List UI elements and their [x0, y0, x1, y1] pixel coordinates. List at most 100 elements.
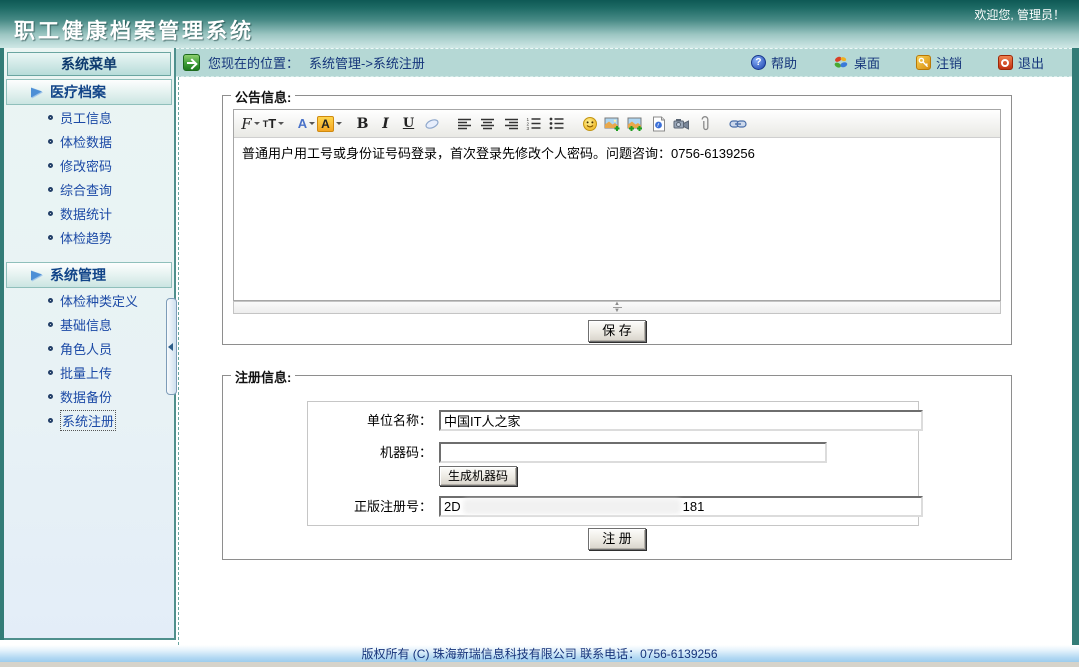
sidebar-item-label: 员工信息: [60, 110, 113, 126]
sidebar-item-checkup-type-definition[interactable]: 体检种类定义: [4, 288, 174, 312]
eraser-button[interactable]: [421, 113, 442, 134]
desktop-icon: [834, 56, 848, 68]
insert-image-button[interactable]: [602, 113, 623, 134]
sidebar-item-checkup-trend[interactable]: 体检趋势: [4, 225, 174, 249]
sidebar-item-basic-info[interactable]: 基础信息: [4, 312, 174, 336]
sidebar-group-medical-records[interactable]: 医疗档案: [6, 79, 172, 105]
hyperlink-icon: [728, 119, 747, 128]
align-left-icon: [457, 118, 471, 129]
register-button[interactable]: 注 册: [588, 528, 646, 550]
emoticon-icon: [582, 116, 597, 131]
key-icon: [915, 55, 931, 70]
unit-name-input[interactable]: [439, 410, 923, 431]
eraser-icon: [424, 118, 439, 129]
bullet-icon: [48, 162, 53, 168]
sidebar-item-label: 体检趋势: [60, 230, 113, 246]
top-nav: 帮助 桌面 注销 退出: [750, 53, 1072, 72]
ordered-list-icon: 1 2 3: [527, 117, 541, 130]
font-size-button[interactable]: TT: [263, 113, 285, 134]
location-arrow-icon: [183, 54, 200, 71]
sidebar-group-label: 系统管理: [50, 267, 106, 283]
sidebar-item-label: 数据备份: [60, 389, 113, 405]
editor-toolbar: F TT A A B I U 1 2 3 f: [234, 110, 1000, 138]
serial-number-label: 正版注册号：: [353, 499, 432, 514]
emoticon-button[interactable]: [579, 113, 600, 134]
rich-text-editor: F TT A A B I U 1 2 3 f 普通用户用工号或身份证号码登录，首…: [233, 109, 1001, 301]
logout-label: 注销: [935, 56, 962, 71]
sidebar-group-label: 医疗档案: [50, 84, 106, 100]
sidebar-divider: [178, 77, 179, 645]
align-right-icon: [504, 118, 518, 129]
underline-button[interactable]: U: [398, 113, 419, 134]
ordered-list-button[interactable]: 1 2 3: [523, 113, 544, 134]
attachment-icon: [701, 115, 708, 130]
sidebar-collapse-handle[interactable]: [166, 298, 177, 395]
sidebar-item-change-password[interactable]: 修改密码: [4, 153, 174, 177]
hyperlink-button[interactable]: [727, 113, 748, 134]
save-button[interactable]: 保 存: [588, 320, 646, 342]
insert-multi-image-button[interactable]: [625, 113, 646, 134]
desktop-button[interactable]: 桌面: [833, 53, 880, 72]
serial-prefix: 2D: [444, 499, 461, 514]
font-family-button[interactable]: F: [240, 113, 261, 134]
bold-icon: B: [356, 115, 369, 132]
align-right-button[interactable]: [500, 113, 521, 134]
attachment-button[interactable]: [694, 113, 715, 134]
sidebar-item-label: 综合查询: [60, 182, 113, 198]
sidebar-item-label: 数据统计: [60, 206, 113, 222]
bullet-icon: [48, 210, 53, 216]
help-button[interactable]: 帮助: [750, 53, 797, 72]
highlight-color-button[interactable]: A: [317, 113, 342, 134]
bullet-icon: [48, 393, 53, 399]
exit-button[interactable]: 退出: [997, 53, 1044, 72]
sidebar-item-comprehensive-query[interactable]: 综合查询: [4, 177, 174, 201]
exit-label: 退出: [1017, 56, 1044, 71]
machine-code-input[interactable]: [439, 442, 827, 463]
bullet-icon: [48, 345, 53, 351]
insert-video-button[interactable]: [671, 113, 692, 134]
sidebar-item-role-personnel[interactable]: 角色人员: [4, 336, 174, 360]
help-icon: [750, 55, 766, 70]
font-color-button[interactable]: A: [296, 113, 317, 134]
sidebar-item-label: 角色人员: [60, 341, 113, 357]
app-header: 职工健康档案管理系统 欢迎您, 管理员！: [0, 0, 1079, 48]
resize-grip-icon: ▲ ▼: [612, 301, 622, 314]
arrow-right-icon: [31, 86, 42, 98]
bullet-icon: [48, 138, 53, 144]
editor-resize-handle[interactable]: ▲ ▼: [233, 301, 1001, 314]
italic-button[interactable]: I: [375, 113, 396, 134]
sidebar-title: 系统菜单: [7, 52, 171, 76]
sidebar-item-label: 批量上传: [60, 365, 113, 381]
sidebar-item-batch-upload[interactable]: 批量上传: [4, 360, 174, 384]
serial-number-input[interactable]: 2D 181: [439, 496, 923, 517]
sidebar-item-label: 体检种类定义: [60, 293, 139, 309]
sidebar-item-data-statistics[interactable]: 数据统计: [4, 201, 174, 225]
sidebar-item-employee-info[interactable]: 员工信息: [4, 105, 174, 129]
insert-flash-icon: f: [653, 116, 665, 131]
sidebar-item-system-registration[interactable]: 系统注册: [4, 408, 174, 432]
sidebar-item-checkup-data[interactable]: 体检数据: [4, 129, 174, 153]
sidebar-group-system-management[interactable]: 系统管理: [6, 262, 172, 288]
logout-button[interactable]: 注销: [915, 53, 962, 72]
serial-redacted-area: [462, 499, 681, 514]
notice-legend: 公告信息:: [231, 87, 296, 106]
register-fieldset: 注册信息: 单位名称： 机器码： 生成机器码 正版注册号： 2D 181 注 册: [222, 367, 1012, 560]
bold-button[interactable]: B: [352, 113, 373, 134]
sidebar-item-label: 体检数据: [60, 134, 113, 150]
copyright-text: 版权所有 (C) 珠海新瑞信息科技有限公司 联系电话：0756-6139256: [361, 647, 718, 661]
sidebar-item-label: 基础信息: [60, 317, 113, 333]
notice-content[interactable]: 普通用户用工号或身份证号码登录，首次登录先修改个人密码。问题咨询：0756-61…: [234, 138, 1000, 170]
italic-icon: I: [382, 115, 389, 132]
align-center-button[interactable]: [477, 113, 498, 134]
insert-flash-button[interactable]: f: [648, 113, 669, 134]
register-panel: 单位名称： 机器码： 生成机器码 正版注册号： 2D 181: [307, 401, 923, 526]
sidebar-item-data-backup[interactable]: 数据备份: [4, 384, 174, 408]
bullet-icon: [48, 114, 53, 120]
bullet-icon: [48, 234, 53, 240]
breadcrumb-path: 系统管理->系统注册: [309, 56, 425, 71]
align-left-button[interactable]: [454, 113, 475, 134]
generate-machine-code-button[interactable]: 生成机器码: [439, 466, 518, 486]
unordered-list-button[interactable]: [546, 113, 567, 134]
machine-code-label: 机器码：: [379, 445, 432, 460]
arrow-right-icon: [31, 269, 42, 281]
